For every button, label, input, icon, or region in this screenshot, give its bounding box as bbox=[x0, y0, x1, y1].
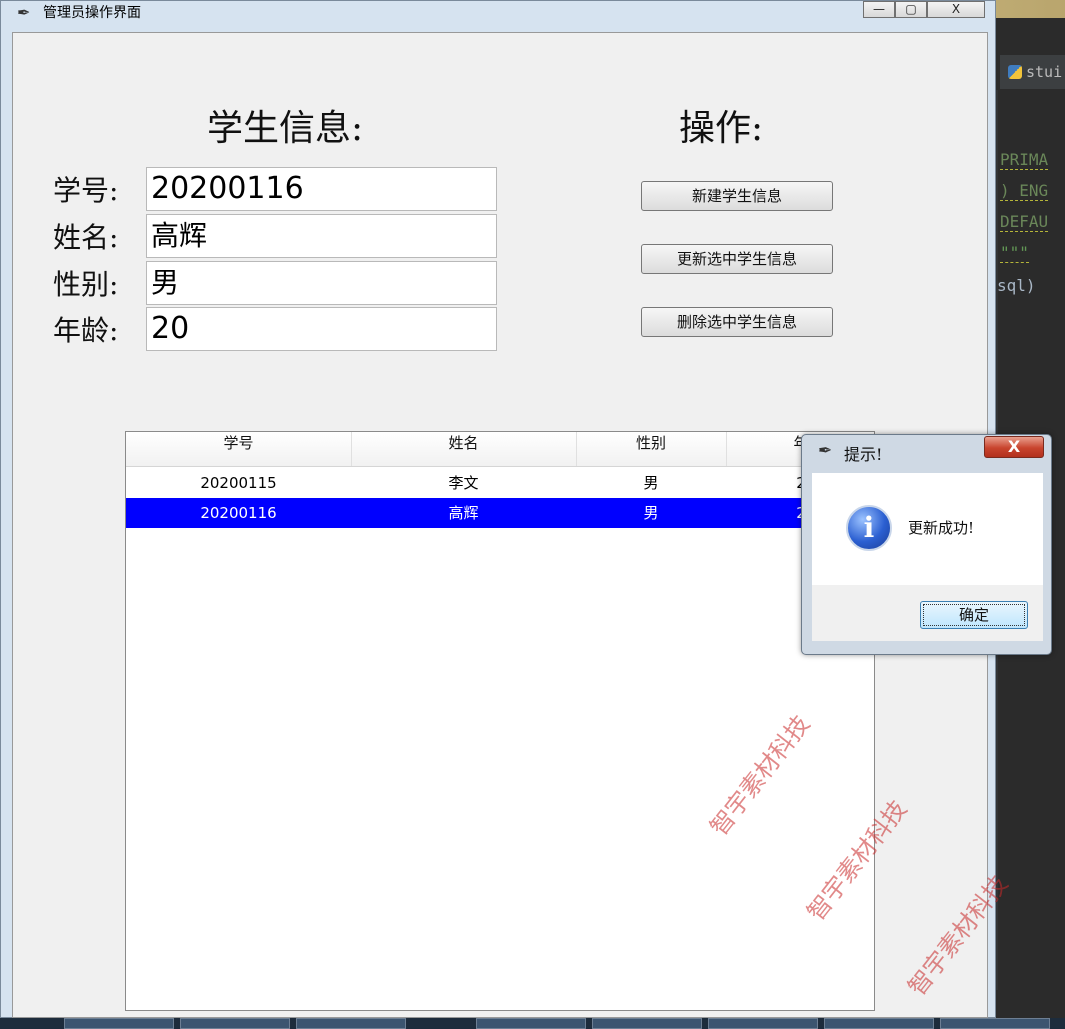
minimize-button[interactable]: — bbox=[863, 1, 895, 18]
dialog-message: 更新成功! bbox=[908, 519, 975, 537]
dialog-ok-button[interactable]: 确定 bbox=[920, 601, 1028, 629]
dialog-close-button[interactable]: X bbox=[984, 436, 1044, 458]
dialog-title: 提示! bbox=[844, 445, 883, 464]
ide-code-line: DEFAU bbox=[1000, 212, 1049, 232]
delete-student-button[interactable]: 删除选中学生信息 bbox=[641, 307, 833, 337]
taskbar-item[interactable] bbox=[940, 1018, 1050, 1029]
python-file-icon bbox=[1008, 65, 1022, 79]
ide-code-line: ) ENG bbox=[1000, 181, 1049, 201]
window-titlebar[interactable]: ✒ 管理员操作界面 — ▢ X bbox=[1, 1, 997, 23]
cell-id: 20200116 bbox=[200, 504, 277, 522]
taskbar-item[interactable] bbox=[180, 1018, 290, 1029]
ide-code-line: PRIMA bbox=[1000, 150, 1049, 170]
student-info-heading: 学生信息: bbox=[207, 108, 364, 149]
create-student-button[interactable]: 新建学生信息 bbox=[641, 181, 833, 211]
dialog-footer: 确定 bbox=[812, 585, 1043, 641]
taskbar-item[interactable] bbox=[708, 1018, 818, 1029]
column-header-gender[interactable]: 性别 bbox=[576, 432, 727, 466]
message-dialog: ✒ 提示! X i 更新成功! 确定 bbox=[801, 434, 1052, 655]
window-controls: — ▢ X bbox=[863, 1, 985, 19]
table-row-selected[interactable]: 20200116 高辉 男 2 bbox=[126, 498, 874, 528]
student-gender-input[interactable]: 男 bbox=[146, 261, 497, 305]
table-row[interactable]: 20200115 李文 男 2 bbox=[126, 468, 874, 498]
taskbar-item[interactable] bbox=[64, 1018, 174, 1029]
ide-file-tab[interactable]: stui bbox=[1000, 55, 1065, 89]
close-button[interactable]: X bbox=[927, 1, 985, 18]
tk-feather-icon: ✒ bbox=[17, 3, 31, 22]
student-id-label: 学号: bbox=[53, 174, 119, 207]
column-header-id[interactable]: 学号 bbox=[126, 432, 352, 466]
student-id-input[interactable]: 20200116 bbox=[146, 167, 497, 211]
student-gender-label: 性别: bbox=[53, 268, 119, 301]
column-header-name[interactable]: 姓名 bbox=[351, 432, 577, 466]
taskbar-item[interactable] bbox=[592, 1018, 702, 1029]
taskbar-item[interactable] bbox=[296, 1018, 406, 1029]
cell-gender: 男 bbox=[643, 504, 659, 522]
tk-feather-icon: ✒ bbox=[818, 441, 833, 461]
cell-gender: 男 bbox=[643, 474, 659, 492]
taskbar-item[interactable] bbox=[476, 1018, 586, 1029]
window-title: 管理员操作界面 bbox=[43, 5, 141, 21]
cell-name: 高辉 bbox=[448, 504, 479, 522]
student-age-input[interactable]: 20 bbox=[146, 307, 497, 351]
info-icon: i bbox=[846, 505, 892, 551]
student-name-label: 姓名: bbox=[53, 221, 119, 254]
ide-code-line: """ bbox=[1000, 243, 1029, 263]
taskbar-item[interactable] bbox=[824, 1018, 934, 1029]
student-table[interactable]: 学号 姓名 性别 年 20200115 李文 男 2 20200116 高辉 男… bbox=[125, 431, 875, 1011]
cell-name: 李文 bbox=[448, 474, 479, 492]
table-header: 学号 姓名 性别 年 bbox=[126, 432, 874, 467]
ide-tab-label: stui bbox=[1026, 63, 1063, 81]
update-student-button[interactable]: 更新选中学生信息 bbox=[641, 244, 833, 274]
cell-id: 20200115 bbox=[200, 474, 277, 492]
student-name-input[interactable]: 高辉 bbox=[146, 214, 497, 258]
dialog-body: i 更新成功! bbox=[812, 473, 1043, 585]
maximize-button[interactable]: ▢ bbox=[895, 1, 927, 18]
ide-code-line: sql) bbox=[997, 276, 1036, 295]
student-age-label: 年龄: bbox=[53, 314, 119, 347]
operations-heading: 操作: bbox=[679, 108, 764, 149]
